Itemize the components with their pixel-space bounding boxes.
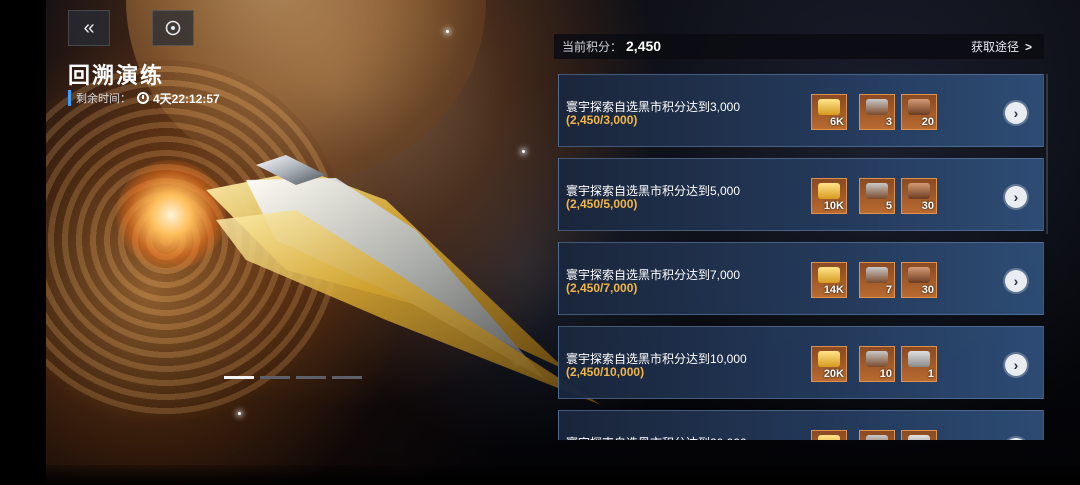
back-button[interactable]: « <box>68 10 110 46</box>
points-bar: 当前积分： 2,450 获取途径 > <box>554 34 1044 59</box>
reward-count: 20K <box>823 368 844 380</box>
reward-slot[interactable]: 5 <box>859 178 895 214</box>
chest-icon <box>866 435 888 440</box>
task-progress: (2,450/3,000) <box>566 113 638 127</box>
task-row[interactable]: 寰宇探索自选黑市积分达到7,000 (2,450/7,000) 14K 7 30 › <box>558 242 1044 315</box>
carousel-indicator <box>224 376 362 379</box>
timer-value: 4天22:12:57 <box>153 91 220 106</box>
carousel-dot[interactable] <box>332 376 362 379</box>
reward-count: 5 <box>885 200 892 212</box>
chest-icon <box>866 351 888 367</box>
carousel-dot[interactable] <box>260 376 290 379</box>
page-title: 回溯演练 <box>68 63 165 88</box>
task-row[interactable]: 寰宇探索自选黑市积分达到3,000 (2,450/3,000) 6K 3 20 › <box>558 74 1044 147</box>
task-detail-button[interactable]: › <box>1005 354 1027 376</box>
target-icon <box>165 20 181 36</box>
gold-icon <box>818 351 840 367</box>
reward-count: 10 <box>879 368 892 380</box>
reward-count: 14K <box>823 284 844 296</box>
chest-icon <box>866 183 888 199</box>
bottom-fade <box>46 465 1080 485</box>
chest-icon <box>866 99 888 115</box>
task-detail-button[interactable]: › <box>1005 186 1027 208</box>
bag-icon <box>908 183 930 199</box>
task-progress: (2,450/5,000) <box>566 197 638 211</box>
reward-slot[interactable]: 20 <box>901 94 937 130</box>
reward-count: 7 <box>885 284 892 296</box>
game-screen: « 回溯演练 剩余时间： 4天22:12:57 当前积分： 2,450 获取途径 … <box>46 0 1080 485</box>
gold-icon <box>818 435 840 440</box>
points-label: 当前积分： <box>562 39 623 54</box>
current-points: 当前积分： 2,450 <box>562 38 661 56</box>
task-detail-button[interactable]: › <box>1005 438 1027 440</box>
task-progress: (2,450/7,000) <box>566 281 638 295</box>
task-detail-button[interactable]: › <box>1005 270 1027 292</box>
reward-slot[interactable]: 6K <box>811 94 847 130</box>
gold-icon <box>818 99 840 115</box>
gold-icon <box>818 183 840 199</box>
task-detail-button[interactable]: › <box>1005 102 1027 124</box>
obtain-methods-link[interactable]: 获取途径 > <box>971 38 1032 55</box>
list-scrollbar[interactable] <box>1046 74 1048 234</box>
remaining-time: 剩余时间： 4天22:12:57 <box>68 90 220 106</box>
bag-icon <box>908 99 930 115</box>
task-row[interactable]: 寰宇探索自选黑市积分达到20,000 › <box>558 410 1044 440</box>
task-row[interactable]: 寰宇探索自选黑市积分达到5,000 (2,450/5,000) 10K 5 30 › <box>558 158 1044 231</box>
reward-slot[interactable] <box>901 430 937 440</box>
crate-icon <box>908 435 930 440</box>
points-value: 2,450 <box>626 37 662 54</box>
spaceship-image <box>206 155 601 405</box>
reward-slot[interactable]: 7 <box>859 262 895 298</box>
reward-count: 6K <box>829 116 844 128</box>
reward-slot[interactable]: 10K <box>811 178 847 214</box>
left-black-bar <box>0 0 46 485</box>
task-row[interactable]: 寰宇探索自选黑市积分达到10,000 (2,450/10,000) 20K 10 1 › <box>558 326 1044 399</box>
task-name: 寰宇探索自选黑市积分达到20,000 <box>566 434 747 440</box>
carousel-dot[interactable] <box>224 376 254 379</box>
star <box>446 30 449 33</box>
task-list: 寰宇探索自选黑市积分达到3,000 (2,450/3,000) 6K 3 20 › 寰宇探索… <box>554 74 1044 440</box>
reward-slot[interactable]: 30 <box>901 262 937 298</box>
reward-count: 3 <box>885 116 892 128</box>
reward-slot[interactable]: 20K <box>811 346 847 382</box>
reward-slot[interactable]: 14K <box>811 262 847 298</box>
reward-slot[interactable]: 3 <box>859 94 895 130</box>
task-progress: (2,450/10,000) <box>566 365 645 379</box>
bag-icon <box>908 267 930 283</box>
reward-count: 20 <box>921 116 934 128</box>
star <box>238 412 241 415</box>
obtain-methods-label: 获取途径 <box>970 40 1019 54</box>
reward-slot[interactable]: 1 <box>901 346 937 382</box>
reward-slot[interactable]: 30 <box>901 178 937 214</box>
carousel-dot[interactable] <box>296 376 326 379</box>
chest-icon <box>866 267 888 283</box>
chevron-right-icon: > <box>1024 39 1032 54</box>
reward-count: 10K <box>823 200 844 212</box>
reward-count: 30 <box>921 200 934 212</box>
reward-count: 1 <box>927 368 934 380</box>
target-button[interactable] <box>152 10 194 46</box>
reward-slot[interactable] <box>811 430 847 440</box>
reward-count: 30 <box>921 284 934 296</box>
reward-slot[interactable] <box>859 430 895 440</box>
stopwatch-icon <box>137 92 149 104</box>
crate-icon <box>908 351 930 367</box>
timer-label: 剩余时间： <box>76 93 131 105</box>
reward-slot[interactable]: 10 <box>859 346 895 382</box>
gold-icon <box>818 267 840 283</box>
